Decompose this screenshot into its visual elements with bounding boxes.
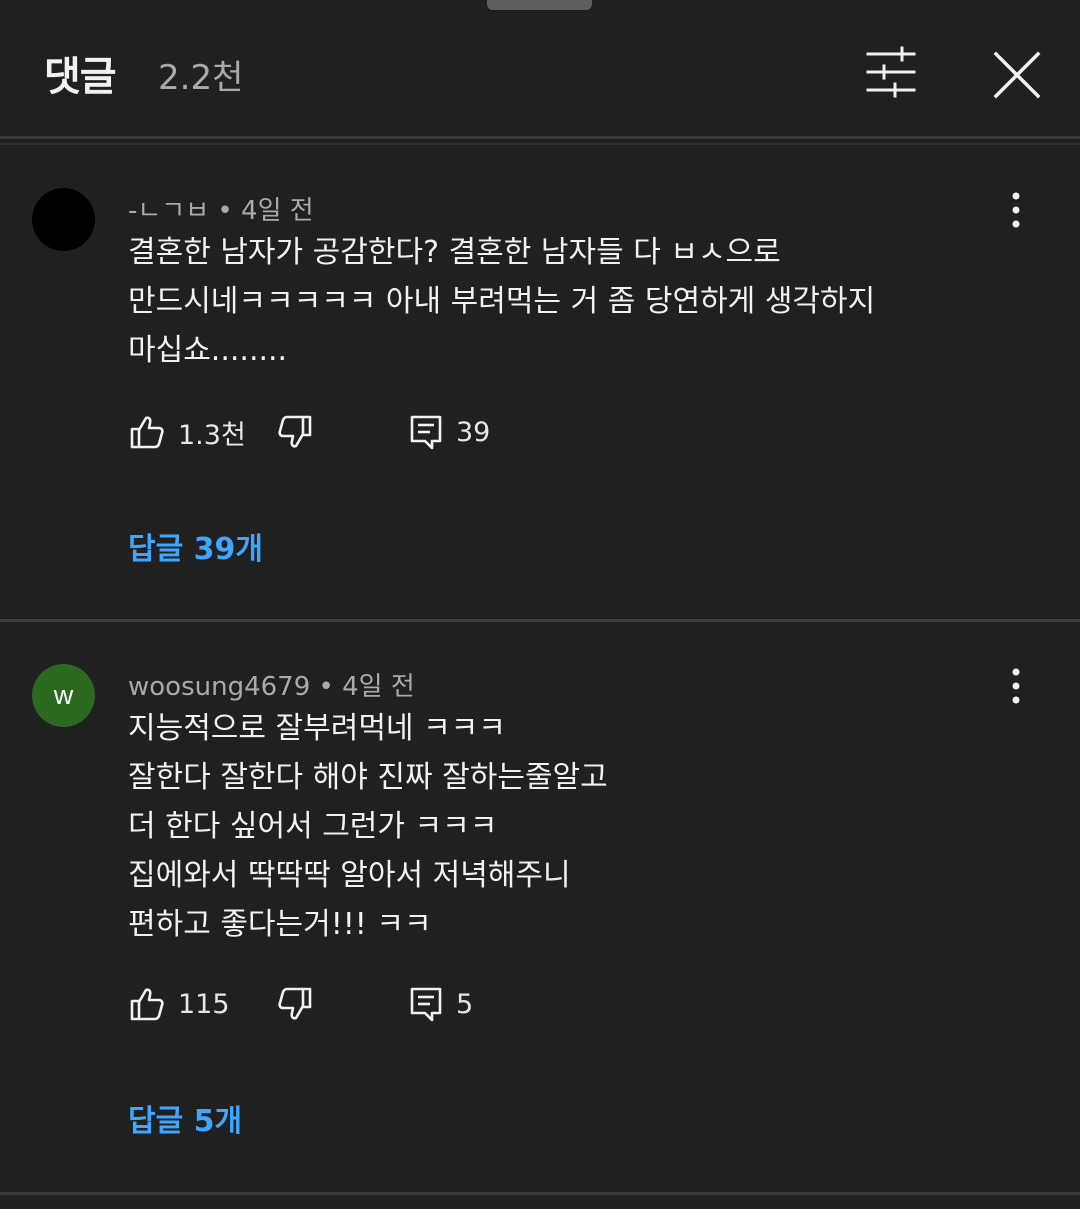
sort-filter-button[interactable] xyxy=(862,44,920,100)
comment-line: 마십쇼........ xyxy=(128,333,288,368)
avatar-letter: w xyxy=(53,680,74,710)
like-count: 115 xyxy=(178,988,230,1020)
comment-line: 편하고 좋다는거!!! ㅋㅋ xyxy=(128,907,432,942)
dislike-button[interactable] xyxy=(276,412,314,452)
comment-menu-button[interactable] xyxy=(996,666,1036,706)
thumbs-up-icon xyxy=(130,416,164,449)
comment-icon xyxy=(410,987,442,1022)
comments-count: 2.2천 xyxy=(158,58,244,98)
close-button[interactable] xyxy=(990,48,1044,102)
dislike-button[interactable] xyxy=(276,984,314,1024)
more-vertical-icon xyxy=(1012,192,1020,228)
meta-separator: • xyxy=(318,672,343,702)
comment-text: 지능적으로 잘부려먹네 ㅋㅋㅋ 잘한다 잘한다 해야 진짜 잘하는줄알고 더 한… xyxy=(128,704,968,949)
close-icon xyxy=(993,51,1041,99)
author-name[interactable]: woosung4679 xyxy=(128,672,310,702)
like-button[interactable]: 1.3천 xyxy=(128,412,246,452)
comment-time: 4일 전 xyxy=(241,196,314,226)
comment-line: 잘한다 잘한다 해야 진짜 잘하는줄알고 xyxy=(128,760,608,795)
comments-title: 댓글 xyxy=(44,54,117,100)
thumbs-up-icon xyxy=(130,988,164,1021)
comment-meta: -ㄴㄱㅂ • 4일 전 xyxy=(128,190,314,227)
comment-time: 4일 전 xyxy=(342,672,415,702)
comment-line: 지능적으로 잘부려먹네 ㅋㅋㅋ xyxy=(128,711,506,746)
reply-count: 5 xyxy=(456,988,474,1020)
header-divider-secondary xyxy=(0,143,1080,145)
comment-divider xyxy=(0,1192,1080,1195)
like-button[interactable]: 115 xyxy=(128,984,230,1024)
comment-item: -ㄴㄱㅂ • 4일 전 결혼한 남자가 공감한다? 결혼한 남자들 다 ㅂㅅ으로… xyxy=(0,150,1080,620)
thumbs-down-icon xyxy=(278,987,312,1020)
comment-divider xyxy=(0,619,1080,622)
comment-line: 집에와서 딱딱딱 알아서 저녁해주니 xyxy=(128,858,571,893)
comment-menu-button[interactable] xyxy=(996,190,1036,230)
comment-item: w woosung4679 • 4일 전 지능적으로 잘부려먹네 ㅋㅋㅋ 잘한다… xyxy=(0,626,1080,1192)
comment-icon xyxy=(410,415,442,450)
avatar[interactable] xyxy=(32,188,95,251)
thumbs-down-icon xyxy=(278,415,312,448)
comment-line: 만드시네ㅋㅋㅋㅋㅋ 아내 부려먹는 거 좀 당연하게 생각하지 xyxy=(128,284,876,319)
comment-meta: woosung4679 • 4일 전 xyxy=(128,666,415,703)
author-name[interactable]: -ㄴㄱㅂ xyxy=(128,196,209,226)
view-replies-link[interactable]: 답글 39개 xyxy=(128,524,263,568)
comment-line: 더 한다 싶어서 그런가 ㅋㅋㅋ xyxy=(128,809,498,844)
meta-separator: • xyxy=(217,196,242,226)
reply-button[interactable]: 5 xyxy=(408,984,473,1024)
header-divider xyxy=(0,136,1080,139)
comment-text: 결혼한 남자가 공감한다? 결혼한 남자들 다 ㅂㅅ으로 만드시네ㅋㅋㅋㅋㅋ 아… xyxy=(128,228,968,375)
comment-line: 결혼한 남자가 공감한다? 결혼한 남자들 다 ㅂㅅ으로 xyxy=(128,235,781,270)
avatar[interactable]: w xyxy=(32,664,95,727)
like-count: 1.3천 xyxy=(178,419,246,451)
more-vertical-icon xyxy=(1012,668,1020,704)
view-replies-link[interactable]: 답글 5개 xyxy=(128,1096,242,1140)
reply-count: 39 xyxy=(456,416,491,448)
reply-button[interactable]: 39 xyxy=(408,412,490,452)
sliders-icon xyxy=(866,46,916,98)
comments-header: 댓글 2.2천 xyxy=(0,0,1080,137)
